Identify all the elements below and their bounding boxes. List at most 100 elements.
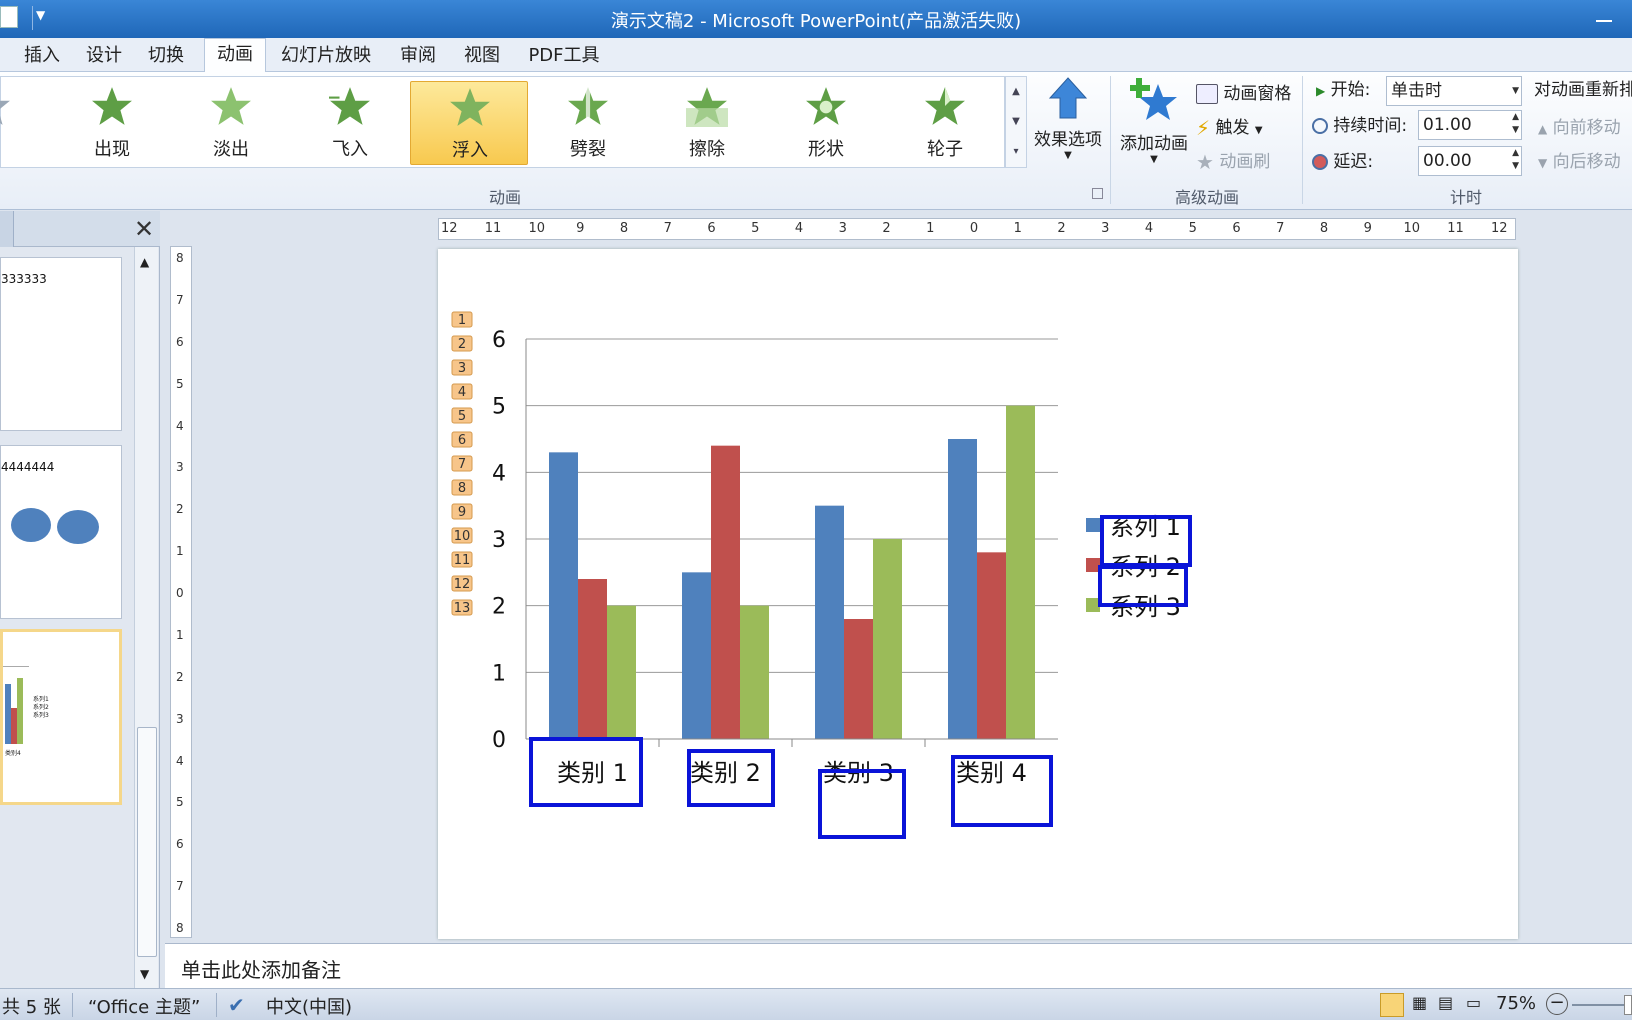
advanced-group-label: 高级动画 xyxy=(1174,188,1239,207)
move-earlier-button[interactable]: ▲ 向前移动 xyxy=(1538,114,1621,142)
duration-input[interactable]: 01.00 ▲ ▼ xyxy=(1418,110,1522,140)
anim-fade-label: 淡出 xyxy=(213,139,249,160)
start-row: ▶ 开始: xyxy=(1316,76,1370,104)
animation-marker-label: 10 xyxy=(454,529,471,544)
dialog-launcher-icon[interactable] xyxy=(1092,188,1103,199)
anim-float-in[interactable]: 浮入 xyxy=(410,81,528,165)
slides-tab[interactable] xyxy=(0,211,14,247)
ruler-tick-label: 9 xyxy=(1363,221,1372,236)
anim-wipe[interactable]: 擦除 xyxy=(648,81,766,165)
notes-pane[interactable]: 单击此处添加备注 xyxy=(165,943,1632,988)
x-tick-label: 类别 4 xyxy=(956,759,1027,787)
zoom-slider-thumb[interactable] xyxy=(1624,995,1632,1015)
gallery-down-icon[interactable]: ▼ xyxy=(1006,107,1026,137)
star-float-in-icon xyxy=(450,88,490,126)
tab-transitions[interactable]: 切换 xyxy=(138,42,194,72)
close-icon[interactable]: ✕ xyxy=(134,215,154,243)
clock-icon xyxy=(1312,118,1328,134)
slide-panel-scrollbar[interactable]: ▲ ▼ xyxy=(134,247,158,988)
tab-view[interactable]: 视图 xyxy=(454,42,510,72)
animation-marker-label: 9 xyxy=(458,505,466,520)
ruler-tick-label: 0 xyxy=(969,221,979,236)
anim-shape[interactable]: 形状 xyxy=(767,81,885,165)
animation-marker-label: 4 xyxy=(458,385,466,400)
effect-options-label: 效果选项 xyxy=(1034,130,1102,150)
arrow-up-icon xyxy=(1048,77,1088,119)
move-later-button[interactable]: ▼ 向后移动 xyxy=(1538,148,1621,176)
ruler-tick-label: 4 xyxy=(176,753,184,768)
reading-view-icon[interactable]: ▤ xyxy=(1438,993,1453,1012)
delay-spin-icon[interactable]: ▲ ▼ xyxy=(1512,147,1519,173)
scroll-thumb[interactable] xyxy=(137,727,157,957)
start-dropdown[interactable]: 单击时 ▼ xyxy=(1386,76,1522,106)
slide-sorter-icon[interactable]: ▦ xyxy=(1412,993,1427,1012)
anim-fly-in[interactable]: 飞入 xyxy=(291,81,409,165)
bar xyxy=(549,452,578,739)
mini-category: 类别4 xyxy=(5,750,21,757)
zoom-out-icon[interactable]: − xyxy=(1546,993,1568,1015)
add-star-icon xyxy=(1130,78,1177,120)
chart-svg[interactable]: 012345612345678910111213类别 1 类别 2 类别 3 类别 4… xyxy=(438,249,1518,939)
ruler-tick-label: 7 xyxy=(1276,221,1285,236)
gallery-scroll[interactable]: ▲ ▼ ▾ xyxy=(1005,76,1027,168)
minimize-button[interactable] xyxy=(1592,6,1620,30)
gallery-more-icon[interactable]: ▾ xyxy=(1006,137,1026,167)
slide-thumbnail-1[interactable]: 333333 xyxy=(0,257,122,431)
duration-spin-icon[interactable]: ▲ ▼ xyxy=(1512,111,1519,137)
group-separator xyxy=(1302,76,1303,204)
zoom-slider[interactable] xyxy=(1572,1004,1628,1006)
slideshow-view-icon[interactable]: ▭ xyxy=(1466,993,1481,1012)
group-separator xyxy=(1110,76,1111,204)
ruler-tick-label: 5 xyxy=(176,376,184,391)
animation-pane-button[interactable]: 动画窗格 xyxy=(1196,80,1291,108)
delay-clock-icon xyxy=(1312,154,1328,170)
normal-view-icon[interactable] xyxy=(1380,993,1404,1017)
star-wheel-icon xyxy=(925,87,965,125)
delay-input[interactable]: 00.00 ▲ ▼ xyxy=(1418,146,1522,176)
tab-pdf-tools[interactable]: PDF工具 xyxy=(520,42,608,72)
effect-options-button[interactable]: 效果选项 ▼ xyxy=(1030,76,1106,161)
slide-thumbnail-2[interactable]: 4444444 xyxy=(0,445,122,619)
gallery-up-icon[interactable]: ▲ xyxy=(1006,77,1026,107)
slide-thumbnail-3[interactable]: 系列1 系列2 系列3 类别4 xyxy=(0,629,122,805)
spell-check-icon[interactable]: ✔ xyxy=(228,993,245,1017)
ruler-tick-label: 2 xyxy=(882,221,891,236)
tab-slideshow[interactable]: 幻灯片放映 xyxy=(276,42,376,72)
ruler-tick-label: 8 xyxy=(176,251,184,265)
trigger-label: 触发 xyxy=(1215,118,1250,138)
tab-animations[interactable]: 动画 xyxy=(204,38,266,73)
anim-partial-star[interactable] xyxy=(0,81,49,165)
add-animation-button[interactable]: 添加动画 ▼ xyxy=(1114,76,1194,165)
slide-canvas[interactable]: 0 1 2 3 4 5 6 1 2 3 4 5 6 7 8 9 10 11 12 13 类别 1 类别 2 类别 3 类别 4… xyxy=(438,249,1518,939)
scroll-up-icon[interactable]: ▲ xyxy=(140,255,149,269)
ruler-tick-label: 3 xyxy=(176,460,184,475)
status-bar: 共 5 张 “Office 主题” ✔ 中文(中国) ▦ ▤ ▭ 75% − xyxy=(0,988,1632,1020)
ruler-tick-label: 12 xyxy=(441,221,458,236)
theme-name[interactable]: “Office 主题” xyxy=(88,993,200,1019)
animation-painter-button[interactable]: ★ 动画刷 xyxy=(1196,148,1270,176)
start-value: 单击时 xyxy=(1391,81,1442,101)
tab-design[interactable]: 设计 xyxy=(76,42,132,72)
trigger-button[interactable]: ⚡ 触发 ▼ xyxy=(1196,114,1263,142)
scroll-down-icon[interactable]: ▼ xyxy=(140,967,149,981)
tab-review[interactable]: 审阅 xyxy=(392,42,444,72)
anim-fly-in-label: 飞入 xyxy=(332,139,368,160)
language[interactable]: 中文(中国) xyxy=(266,993,352,1019)
zoom-level[interactable]: 75% xyxy=(1496,993,1536,1014)
anim-wheel[interactable]: 轮子 xyxy=(886,81,1004,165)
bar xyxy=(873,539,902,739)
ruler-tick-label: 7 xyxy=(176,879,184,894)
anim-appear[interactable]: 出现 xyxy=(53,81,171,165)
anim-split[interactable]: 劈裂 xyxy=(529,81,647,165)
ribbon: 出现 淡出 飞入 浮入 劈裂 擦除 形状 轮子 ▲ ▼ ▾ 效果选项 ▼ 动画 … xyxy=(0,72,1632,210)
tab-insert[interactable]: 插入 xyxy=(14,42,70,72)
star-appear-icon xyxy=(92,87,132,125)
thumbnail-text: 4444444 xyxy=(1,460,55,474)
anim-fade[interactable]: 淡出 xyxy=(172,81,290,165)
bar xyxy=(1006,405,1035,739)
anim-split-label: 劈裂 xyxy=(570,139,606,160)
ruler-tick-label: 8 xyxy=(619,221,629,236)
y-tick-label: 1 xyxy=(492,661,506,686)
bar xyxy=(948,439,977,739)
vertical-ruler: 8 7 6 5 4 3 2 1 0 1 2 3 4 5 6 7 8 xyxy=(170,246,192,938)
